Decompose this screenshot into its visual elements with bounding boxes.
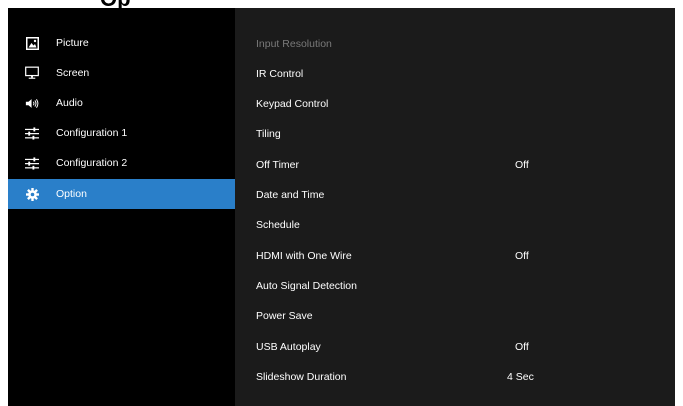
option-slideshow-duration[interactable]: Slideshow Duration 4 Sec (235, 362, 675, 392)
option-power-save[interactable]: Power Save (235, 301, 675, 331)
option-keypad-control[interactable]: Keypad Control (235, 89, 675, 119)
sidebar-item-label: Configuration 1 (56, 127, 128, 139)
option-off-timer[interactable]: Off Timer Off (235, 150, 675, 180)
option-label: USB Autoplay (256, 341, 321, 353)
option-schedule[interactable]: Schedule (235, 210, 675, 240)
option-auto-signal-detection[interactable]: Auto Signal Detection (235, 271, 675, 301)
options-panel: Input Resolution IR Control Keypad Contr… (235, 8, 675, 406)
sidebar-item-label: Configuration 2 (56, 157, 128, 169)
speaker-icon (25, 96, 39, 110)
sidebar-item-option[interactable]: Option (8, 179, 235, 209)
option-date-and-time[interactable]: Date and Time (235, 180, 675, 210)
option-value: Off (515, 159, 529, 171)
option-label: Off Timer (256, 159, 299, 171)
sidebar-item-configuration-2[interactable]: Configuration 2 (8, 148, 235, 178)
sidebar-item-configuration-1[interactable]: Configuration 1 (8, 118, 235, 148)
page-title: Op (100, 0, 131, 8)
sidebar-item-label: Option (56, 188, 87, 200)
sliders-icon (25, 126, 39, 140)
option-label: Date and Time (256, 189, 325, 201)
option-label: Slideshow Duration (256, 371, 347, 383)
option-label: Input Resolution (256, 38, 332, 50)
option-label: IR Control (256, 68, 304, 80)
option-label: Tiling (256, 128, 281, 140)
sidebar: Picture Screen Audio Configuration 1 Con… (8, 8, 235, 406)
option-label: Auto Signal Detection (256, 280, 357, 292)
sidebar-item-label: Screen (56, 67, 90, 79)
option-label: HDMI with One Wire (256, 250, 352, 262)
sidebar-item-screen[interactable]: Screen (8, 58, 235, 88)
sidebar-item-label: Audio (56, 97, 83, 109)
option-value: Off (515, 250, 529, 262)
option-label: Power Save (256, 310, 313, 322)
sidebar-item-picture[interactable]: Picture (8, 28, 235, 58)
option-value: Off (515, 341, 529, 353)
option-label: Keypad Control (256, 98, 329, 110)
sidebar-item-audio[interactable]: Audio (8, 88, 235, 118)
sliders-icon (25, 156, 39, 170)
option-hdmi-with-one-wire[interactable]: HDMI with One Wire Off (235, 241, 675, 271)
picture-icon (25, 36, 39, 50)
option-input-resolution: Input Resolution (235, 29, 675, 59)
option-label: Schedule (256, 219, 300, 231)
monitor-icon (25, 66, 39, 80)
sidebar-item-label: Picture (56, 37, 89, 49)
option-usb-autoplay[interactable]: USB Autoplay Off (235, 332, 675, 362)
option-value: 4 Sec (507, 371, 534, 383)
option-tiling[interactable]: Tiling (235, 119, 675, 149)
option-ir-control[interactable]: IR Control (235, 59, 675, 89)
gear-icon (25, 187, 39, 201)
